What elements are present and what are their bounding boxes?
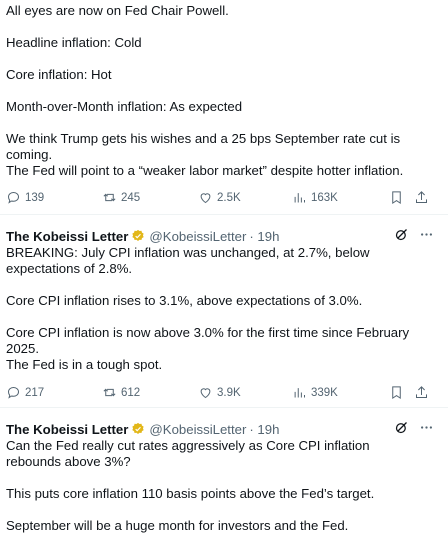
tweet-text-line: All eyes are now on Fed Chair Powell. xyxy=(6,3,229,18)
tweet[interactable]: The Kobeissi Letter @KobeissiLetter · 19… xyxy=(0,214,448,407)
views-icon xyxy=(294,193,305,203)
share-button[interactable] xyxy=(414,385,429,400)
heart-icon xyxy=(200,388,211,399)
tweet-text-line: This puts core inflation 110 basis point… xyxy=(6,486,375,501)
reply-button[interactable]: 139 xyxy=(6,190,44,205)
bookmark-button[interactable] xyxy=(389,190,404,205)
reply-count: 139 xyxy=(25,191,45,204)
views-button[interactable]: 339K xyxy=(292,385,338,400)
tweet-text-line: Core inflation: Hot xyxy=(6,67,112,82)
reply-icon xyxy=(7,386,20,399)
heart-icon xyxy=(200,193,211,204)
tweet-text-line: September will be a huge month for inves… xyxy=(6,518,349,533)
bookmark-button[interactable] xyxy=(389,385,404,400)
grok-icon[interactable] xyxy=(394,227,409,242)
bookmark-icon xyxy=(392,386,401,400)
tweet-actions: 217 612 3.9K 339K xyxy=(6,385,438,403)
tweet-header: The Kobeissi Letter @KobeissiLetter · 19… xyxy=(6,420,279,438)
grok-icon[interactable] xyxy=(394,420,409,435)
retweet-count: 245 xyxy=(121,191,141,204)
views-icon xyxy=(294,388,305,398)
tweet-actions: 139 245 2.5K 163K xyxy=(6,190,438,208)
retweet-icon xyxy=(103,193,116,202)
author-handle[interactable]: @KobeissiLetter xyxy=(149,229,246,244)
bookmark-icon xyxy=(392,191,401,205)
verified-badge-icon xyxy=(132,422,145,434)
retweet-count: 612 xyxy=(121,386,141,399)
author-name[interactable]: The Kobeissi Letter xyxy=(6,229,128,244)
tweet-header-actions xyxy=(394,227,434,242)
reply-icon xyxy=(7,191,20,204)
reply-count: 217 xyxy=(25,386,45,399)
tweet-header: The Kobeissi Letter @KobeissiLetter · 19… xyxy=(6,227,279,245)
tweet-header-actions xyxy=(394,420,434,435)
tweet-text-line: The Fed is in a tough spot. xyxy=(6,357,163,372)
tweet[interactable]: The Kobeissi Letter @KobeissiLetter · 19… xyxy=(0,407,448,536)
share-icon xyxy=(416,386,427,398)
timeline: All eyes are now on Fed Chair Powell. He… xyxy=(0,0,448,536)
tweet-text-line: BREAKING: July CPI inflation was unchang… xyxy=(6,245,370,276)
retweet-button[interactable]: 245 xyxy=(102,190,140,205)
views-count: 339K xyxy=(311,386,338,399)
like-button[interactable]: 3.9K xyxy=(198,385,241,400)
share-icon xyxy=(416,191,427,203)
tweet-text-line: Headline inflation: Cold xyxy=(6,35,142,50)
timestamp[interactable]: · 19h xyxy=(249,229,279,244)
views-button[interactable]: 163K xyxy=(292,190,338,205)
views-count: 163K xyxy=(311,191,338,204)
tweet[interactable]: All eyes are now on Fed Chair Powell. He… xyxy=(0,0,448,214)
like-button[interactable]: 2.5K xyxy=(198,190,241,205)
tweet-text-line: The Fed will point to a “weaker labor ma… xyxy=(6,163,404,178)
tweet-text-line: We think Trump gets his wishes and a 25 … xyxy=(6,131,401,162)
tweet-text-line: Can the Fed really cut rates aggressivel… xyxy=(6,438,370,469)
verified-badge-icon xyxy=(132,229,145,241)
more-icon[interactable] xyxy=(419,227,434,242)
retweet-icon xyxy=(103,388,116,397)
reply-button[interactable]: 217 xyxy=(6,385,44,400)
timestamp[interactable]: · 19h xyxy=(249,422,279,437)
like-count: 2.5K xyxy=(217,191,241,204)
like-count: 3.9K xyxy=(217,386,241,399)
author-handle[interactable]: @KobeissiLetter xyxy=(149,422,246,437)
tweet-text-line: Core CPI inflation is now above 3.0% for… xyxy=(6,325,410,356)
author-name[interactable]: The Kobeissi Letter xyxy=(6,422,128,437)
tweet-text-line: Month-over-Month inflation: As expected xyxy=(6,99,243,114)
more-icon[interactable] xyxy=(419,420,434,435)
retweet-button[interactable]: 612 xyxy=(102,385,140,400)
tweet-text-line: Core CPI inflation rises to 3.1%, above … xyxy=(6,293,363,308)
share-button[interactable] xyxy=(414,190,429,205)
